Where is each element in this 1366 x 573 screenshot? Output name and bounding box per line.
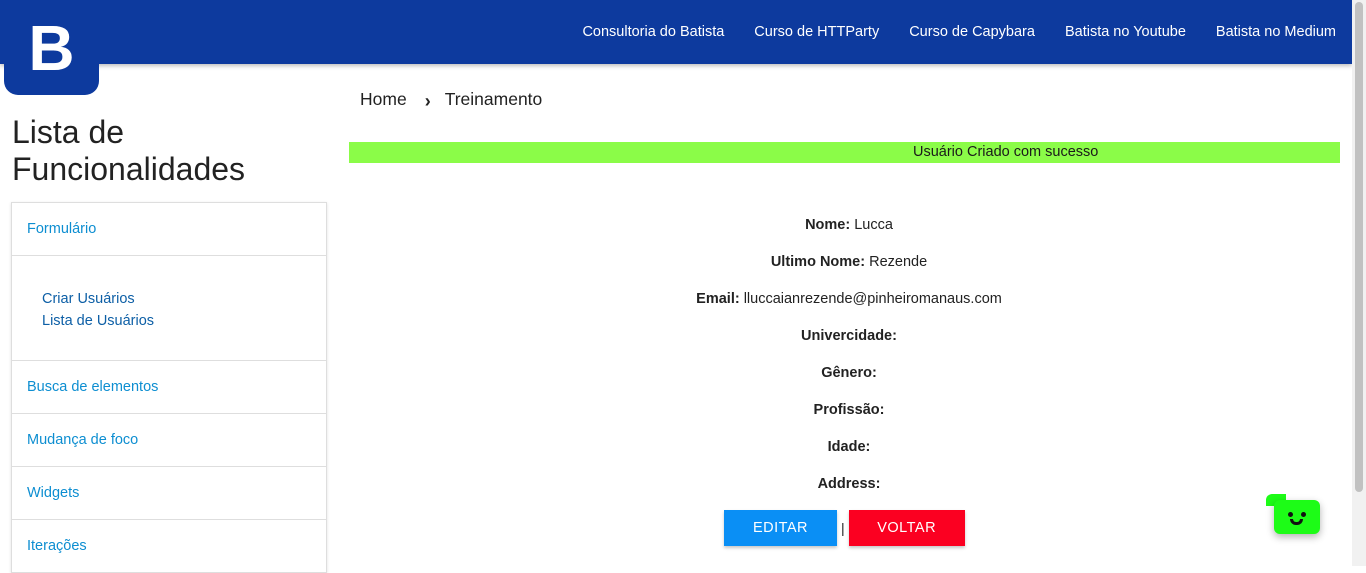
detail-row-idade: Idade:: [349, 436, 1349, 473]
top-navbar: Consultoria do Batista Curso de HTTParty…: [0, 0, 1352, 64]
sidebar-item-busca-elementos[interactable]: Busca de elementos: [12, 361, 326, 414]
detail-value-nome: Lucca: [854, 217, 893, 233]
detail-row-ultimo-nome: Ultimo Nome: Rezende: [349, 251, 1349, 288]
breadcrumb-home[interactable]: Home: [360, 89, 407, 110]
chat-eye-right: [1301, 512, 1306, 517]
nav-link-medium[interactable]: Batista no Medium: [1216, 24, 1336, 40]
detail-label-nome: Nome:: [805, 217, 851, 233]
sidebar-item-iteracoes[interactable]: Iterações: [12, 520, 326, 573]
sidebar-link-criar-usuarios[interactable]: Criar Usuários: [42, 288, 326, 310]
sidebar-item-widgets[interactable]: Widgets: [12, 467, 326, 520]
chat-widget-button[interactable]: [1266, 494, 1320, 534]
scrollbar-thumb[interactable]: [1355, 2, 1363, 492]
detail-row-nome: Nome: Lucca: [349, 214, 1349, 251]
sidebar-formulario-body: Criar Usuários Lista de Usuários: [12, 256, 326, 361]
nav-links: Consultoria do Batista Curso de HTTParty…: [552, 0, 1336, 64]
detail-value-ultimo-nome: Rezende: [869, 254, 928, 270]
smiley-chat-icon: [1274, 500, 1320, 534]
detail-row-univercidade: Univercidade:: [349, 325, 1349, 362]
chevron-right-icon: ›: [424, 91, 431, 111]
logo-letter: B: [28, 11, 75, 84]
edit-button[interactable]: EDITAR: [724, 510, 837, 546]
detail-row-profissao: Profissão:: [349, 399, 1349, 436]
back-button[interactable]: VOLTAR: [848, 510, 965, 546]
detail-label-ultimo-nome: Ultimo Nome:: [770, 254, 866, 270]
detail-label-profissao: Profissão:: [813, 402, 885, 418]
user-details: Nome: Lucca Ultimo Nome: Rezende Email: …: [349, 214, 1349, 510]
detail-row-email: Email: lluccaianrezende@pinheiromanaus.c…: [349, 288, 1349, 325]
brand-logo[interactable]: B: [4, 0, 99, 95]
feature-list: Formulário Criar Usuários Lista de Usuár…: [11, 202, 327, 573]
breadcrumb-current[interactable]: Treinamento: [445, 89, 543, 110]
sidebar-item-mudanca-foco[interactable]: Mudança de foco: [12, 414, 326, 467]
detail-label-address: Address:: [817, 476, 881, 492]
nav-link-youtube[interactable]: Batista no Youtube: [1065, 24, 1186, 40]
detail-value-email: lluccaianrezende@pinheiromanaus.com: [743, 291, 1002, 307]
detail-label-genero: Gênero:: [821, 365, 877, 381]
detail-label-idade: Idade:: [827, 439, 871, 455]
sidebar-title: Lista de Funcionalidades: [12, 114, 246, 187]
page-scrollbar[interactable]: [1352, 0, 1366, 566]
button-separator: |: [841, 520, 845, 536]
action-buttons: EDITAR | VOLTAR: [724, 510, 965, 546]
breadcrumb: Home › Treinamento: [360, 87, 542, 112]
chat-eye-left: [1288, 512, 1293, 517]
nav-link-consultoria[interactable]: Consultoria do Batista: [582, 24, 724, 40]
success-banner: Usuário Criado com sucesso: [349, 142, 1340, 163]
sidebar-link-lista-usuarios[interactable]: Lista de Usuários: [42, 310, 326, 332]
detail-row-address: Address:: [349, 473, 1349, 510]
sidebar-item-formulario[interactable]: Formulário: [12, 203, 326, 256]
detail-label-email: Email:: [696, 291, 740, 307]
detail-row-genero: Gênero:: [349, 362, 1349, 399]
detail-label-univercidade: Univercidade:: [801, 328, 897, 344]
nav-link-httparty[interactable]: Curso de HTTParty: [754, 24, 879, 40]
chat-smile: [1290, 519, 1303, 525]
nav-link-capybara[interactable]: Curso de Capybara: [909, 24, 1035, 40]
